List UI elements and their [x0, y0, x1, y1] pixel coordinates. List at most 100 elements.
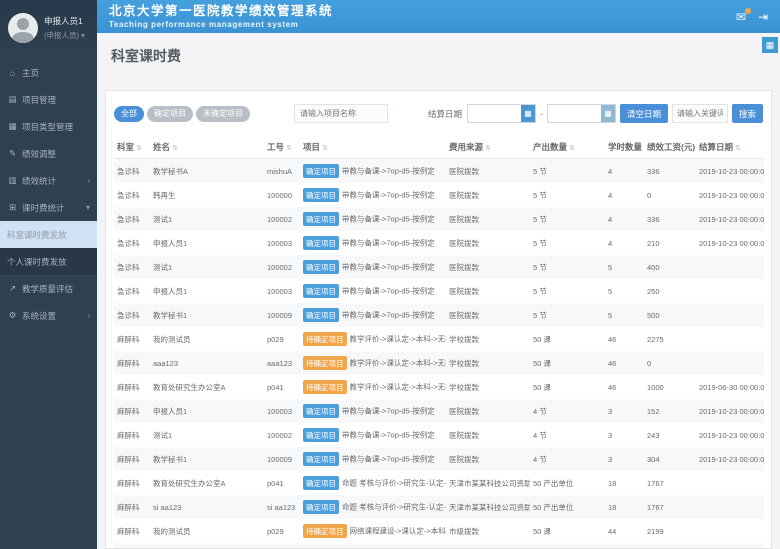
cell-employee-id: p029 — [264, 327, 300, 351]
sidebar-item-project-management[interactable]: ▤ 项目管理 — [0, 86, 97, 113]
date-end-input[interactable] — [548, 105, 601, 122]
cell-employee-id: aaa123 — [264, 543, 300, 549]
chevron-down-icon: ▾ — [81, 31, 85, 40]
cell-output-quantity: 5 节 — [530, 303, 605, 327]
cell-project: 待确定项目教学评价->课认定->本科->无授课人 — [300, 327, 446, 351]
sidebar-item-project-type-management[interactable]: ▦ 项目类型管理 — [0, 113, 97, 140]
sidebar-item-dept-class-fee[interactable]: 科室课时费发放 — [0, 221, 97, 248]
project-status-badge: 确定项目 — [303, 260, 339, 274]
clear-date-button[interactable]: 清空日期 — [620, 104, 668, 123]
column-header[interactable]: 姓名⇅ — [150, 136, 264, 159]
sidebar-menu: ⌂ 主页 ▤ 项目管理 ▦ 项目类型管理 ✎ 绩效调整 ▥ 绩效统计 › ⊞ 课… — [0, 59, 97, 329]
calendar-icon[interactable]: ▦ — [601, 105, 615, 122]
column-header[interactable]: 费用来源⇅ — [446, 136, 530, 159]
line-chart-icon: ↗ — [7, 283, 18, 294]
cell-output-quantity: 5 节 — [530, 255, 605, 279]
filter-pill-confirmed[interactable]: 确定项目 — [147, 106, 193, 122]
cell-performance-salary: 0 — [644, 183, 696, 207]
calendar-icon[interactable]: ▦ — [521, 105, 535, 122]
filter-pill-all[interactable]: 全部 — [114, 106, 144, 122]
avatar-person-icon — [17, 18, 29, 30]
logout-icon[interactable]: ⇥ — [758, 10, 768, 24]
cell-credit-hours: 18 — [605, 471, 644, 495]
cell-name: 测试1 — [150, 423, 264, 447]
column-header[interactable]: 工号⇅ — [264, 136, 300, 159]
cell-name: si aa123 — [150, 495, 264, 519]
cell-project: 待确定项目网络课程建设->课认定->本科->学员 — [300, 543, 446, 549]
table-row: 急诊科 测试1 100002 确定项目带教与备课->7op-d5-按例定 医院拨… — [114, 207, 764, 231]
table-row: 麻醉科 申报人员1 100003 确定项目带教与备课->7op-d5-按例定 医… — [114, 399, 764, 423]
table-row: 麻醉科 aaa123 aaa123 待确定项目教学评价->课认定->本科->无授… — [114, 351, 764, 375]
cell-employee-id: p041 — [264, 375, 300, 399]
sidebar-item-home[interactable]: ⌂ 主页 — [0, 59, 97, 86]
project-status-badge: 确定项目 — [303, 164, 339, 178]
table-row: 急诊科 申报人员1 100003 确定项目带教与备课->7op-d5-按例定 医… — [114, 231, 764, 255]
cell-employee-id: si aa123 — [264, 495, 300, 519]
cell-department: 麻醉科 — [114, 327, 150, 351]
cell-department: 麻醉科 — [114, 495, 150, 519]
sidebar-item-performance-statistics[interactable]: ▥ 绩效统计 › — [0, 167, 97, 194]
fee-table: 科室⇅姓名⇅工号⇅项目⇅费用来源⇅产出数量⇅学时数量⇅绩效工资(元)⇅结算日期⇅… — [106, 133, 771, 549]
cell-credit-hours: 4 — [605, 183, 644, 207]
column-header[interactable]: 产出数量⇅ — [530, 136, 605, 159]
filter-pill-unconfirmed[interactable]: 未确定项目 — [196, 106, 250, 122]
filter-toolbar: 全部 确定项目 未确定项目 结算日期 ▦ - ▦ 清空日期 搜索 — [106, 91, 771, 133]
cell-fee-source: 学校拨款 — [446, 375, 530, 399]
cell-settlement-date — [696, 351, 764, 375]
cell-employee-id: mishuA — [264, 159, 300, 184]
cell-output-quantity: 50 产出单位 — [530, 471, 605, 495]
panel-shortcut-button[interactable]: ▦ — [762, 37, 778, 53]
app-subtitle: Teaching performance management system — [109, 20, 333, 29]
cell-performance-salary: 0 — [644, 351, 696, 375]
table-row: 麻醉科 教育处研究生办公室A p041 确定项目命题 考核与评价->研究生-认定… — [114, 471, 764, 495]
cell-settlement-date: 2019-10-23 00:00:00 — [696, 447, 764, 471]
cell-settlement-date — [696, 255, 764, 279]
sidebar-item-label: 项目管理 — [22, 94, 56, 106]
sidebar-item-system-settings[interactable]: ⚙ 系统设置 › — [0, 302, 97, 329]
user-role-dropdown[interactable]: (申报人员) ▾ — [44, 30, 85, 41]
cell-name: 测试1 — [150, 255, 264, 279]
date-start-input[interactable] — [468, 105, 521, 122]
project-status-badge: 确定项目 — [303, 500, 339, 514]
notification-icon[interactable]: ✉ — [736, 10, 746, 24]
cell-employee-id: 100002 — [264, 255, 300, 279]
cell-performance-salary: 152 — [644, 399, 696, 423]
sidebar-item-performance-adjustment[interactable]: ✎ 绩效调整 — [0, 140, 97, 167]
column-header[interactable]: 结算日期⇅ — [696, 136, 764, 159]
cell-performance-salary: 2199 — [644, 519, 696, 543]
cell-fee-source: 医院拨款 — [446, 279, 530, 303]
top-header: 北京大学第一医院教学绩效管理系统 Teaching performance ma… — [97, 0, 780, 33]
edit-icon: ✎ — [7, 148, 18, 159]
project-name-input[interactable] — [294, 104, 388, 123]
cell-output-quantity: 5 节 — [530, 159, 605, 184]
column-header[interactable]: 学时数量⇅ — [605, 136, 644, 159]
cell-credit-hours: 4 — [605, 231, 644, 255]
search-button[interactable]: 搜索 — [732, 104, 763, 123]
calculator-icon: ⊞ — [7, 202, 18, 213]
cell-department: 麻醉科 — [114, 519, 150, 543]
sidebar-item-class-fee-statistics[interactable]: ⊞ 课时费统计 ▾ — [0, 194, 97, 221]
cell-output-quantity: 5 节 — [530, 231, 605, 255]
cell-name: 测试1 — [150, 207, 264, 231]
cell-department: 急诊科 — [114, 303, 150, 327]
cell-department: 急诊科 — [114, 207, 150, 231]
cell-performance-salary: 210 — [644, 231, 696, 255]
column-header[interactable]: 项目⇅ — [300, 136, 446, 159]
column-header[interactable]: 科室⇅ — [114, 136, 150, 159]
cell-name: 教学秘书1 — [150, 303, 264, 327]
cell-department: 麻醉科 — [114, 351, 150, 375]
cell-project: 待确定项目教学评价->课认定->本科->无授课人 — [300, 351, 446, 375]
cell-project: 确定项目带教与备课->7op-d5-按例定 — [300, 303, 446, 327]
cell-settlement-date: 2019-09-10 00:00:00 — [696, 543, 764, 549]
keyword-search-input[interactable] — [672, 104, 728, 123]
sidebar-item-teaching-quality-evaluation[interactable]: ↗ 教学质量评估 — [0, 275, 97, 302]
column-header[interactable]: 绩效工资(元)⇅ — [644, 136, 696, 159]
cell-fee-source: 天津市某某科技公司资助项目 — [446, 471, 530, 495]
sidebar-item-personal-class-fee[interactable]: 个人课时费发放 — [0, 248, 97, 275]
cell-project: 确定项目带教与备课->7op-d5-按例定 — [300, 207, 446, 231]
sort-icon: ⇅ — [172, 145, 178, 152]
table-row: 麻醉科 我的测试员 p029 待确定项目网络课程建设->课认定->本科->学员 … — [114, 519, 764, 543]
table-row: 急诊科 教学秘书1 100009 确定项目带教与备课->7op-d5-按例定 医… — [114, 303, 764, 327]
cell-settlement-date: 2019-06-30 00:00:00 — [696, 375, 764, 399]
cell-fee-source: 医院拨款 — [446, 447, 530, 471]
